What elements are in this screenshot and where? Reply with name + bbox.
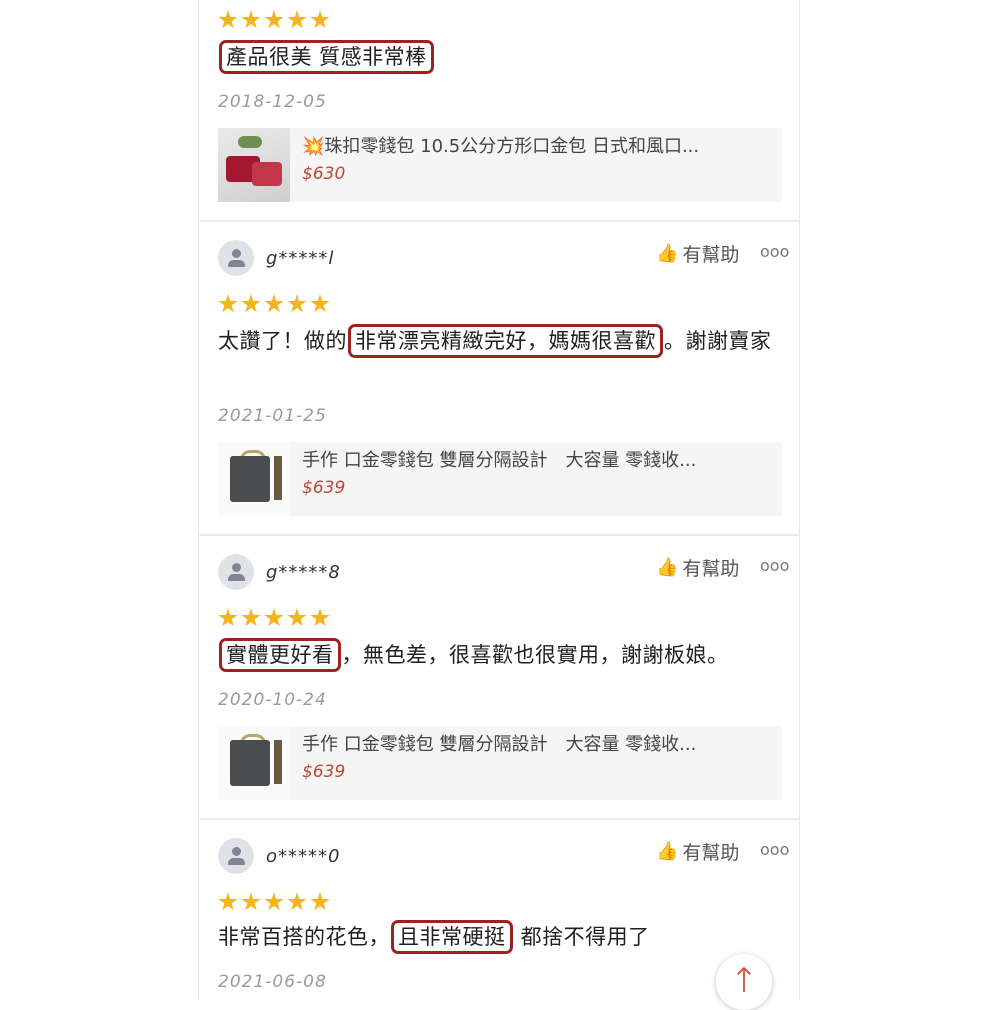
product-price: $630: [302, 164, 346, 184]
username: o*****0: [266, 846, 341, 867]
divider: [198, 818, 800, 820]
thumbs-up-icon: 👍: [656, 557, 679, 578]
avatar: [218, 554, 254, 590]
highlighted-text: 產品很美 質感非常棒: [219, 40, 434, 74]
helpful-button[interactable]: 👍 有幫助: [656, 240, 739, 267]
review-text: 實體更好看 ，無色差，很喜歡也很實用，謝謝板娘。: [218, 638, 788, 672]
star-rating: [218, 608, 330, 628]
star-icon: [310, 294, 330, 313]
highlighted-text: 非常漂亮精緻完好，媽媽很喜歡: [348, 324, 663, 358]
star-rating: [218, 294, 330, 314]
review-text: 產品很美 質感非常棒: [218, 40, 788, 74]
star-rating: [218, 892, 330, 912]
helpful-label: 有幫助: [682, 842, 740, 864]
star-icon: [241, 892, 261, 911]
star-icon: [287, 294, 307, 313]
star-icon: [264, 892, 284, 911]
product-title: 手作 口金零錢包 雙層分隔設計 大容量 零錢收...: [302, 450, 697, 471]
username: g*****8: [266, 562, 341, 583]
star-icon: [218, 892, 238, 911]
helpful-label: 有幫助: [682, 558, 740, 580]
helpful-button[interactable]: 👍 有幫助: [656, 554, 739, 581]
helpful-button[interactable]: 👍 有幫助: [656, 838, 739, 865]
divider: [198, 220, 800, 222]
review-text: 非常百搭的花色， 且非常硬挺 都捨不得用了: [218, 920, 788, 954]
avatar: [218, 838, 254, 874]
star-icon: [218, 10, 238, 29]
review-date: 2021-01-25: [218, 406, 327, 426]
more-options-icon[interactable]: ooo: [760, 242, 789, 261]
star-icon: [264, 294, 284, 313]
burst-emoji-icon: 💥: [302, 136, 325, 157]
dark-floral-purse-thumbnail: [218, 726, 290, 800]
review-date: 2020-10-24: [218, 690, 327, 710]
star-icon: [287, 10, 307, 29]
star-icon: [241, 294, 261, 313]
star-icon: [310, 892, 330, 911]
product-card[interactable]: 手作 口金零錢包 雙層分隔設計 大容量 零錢收... $639: [218, 442, 782, 516]
star-icon: [218, 608, 238, 627]
helpful-label: 有幫助: [682, 244, 740, 266]
thumbs-up-icon: 👍: [656, 841, 679, 862]
review-date: 2021-06-08: [218, 972, 327, 992]
product-title: 💥珠扣零錢包 10.5公分方形口金包 日式和風口...: [302, 136, 700, 157]
red-floral-purse-thumbnail: [218, 128, 290, 202]
thumbs-up-icon: 👍: [656, 243, 679, 264]
avatar: [218, 240, 254, 276]
star-icon: [310, 608, 330, 627]
review-text: 太讚了！做的 非常漂亮精緻完好，媽媽很喜歡 。謝謝賣家: [218, 324, 788, 358]
star-icon: [218, 294, 238, 313]
star-icon: [264, 608, 284, 627]
product-card[interactable]: 手作 口金零錢包 雙層分隔設計 大容量 零錢收... $639: [218, 726, 782, 800]
product-price: $639: [302, 762, 346, 782]
more-options-icon[interactable]: ooo: [760, 556, 789, 575]
review-date: 2018-12-05: [218, 92, 327, 112]
star-icon: [287, 608, 307, 627]
star-icon: [310, 10, 330, 29]
product-card[interactable]: 💥珠扣零錢包 10.5公分方形口金包 日式和風口... $630: [218, 128, 782, 202]
divider: [198, 534, 800, 536]
dark-floral-purse-thumbnail: [218, 442, 290, 516]
back-to-top-button[interactable]: ↑: [716, 954, 772, 1010]
product-price: $639: [302, 478, 346, 498]
star-icon: [264, 10, 284, 29]
star-icon: [241, 608, 261, 627]
username: g*****l: [266, 248, 335, 269]
star-icon: [241, 10, 261, 29]
star-icon: [287, 892, 307, 911]
highlighted-text: 實體更好看: [219, 638, 341, 672]
more-options-icon[interactable]: ooo: [760, 840, 789, 859]
highlighted-text: 且非常硬挺: [391, 920, 513, 954]
star-rating: [218, 10, 330, 30]
product-title: 手作 口金零錢包 雙層分隔設計 大容量 零錢收...: [302, 734, 697, 755]
